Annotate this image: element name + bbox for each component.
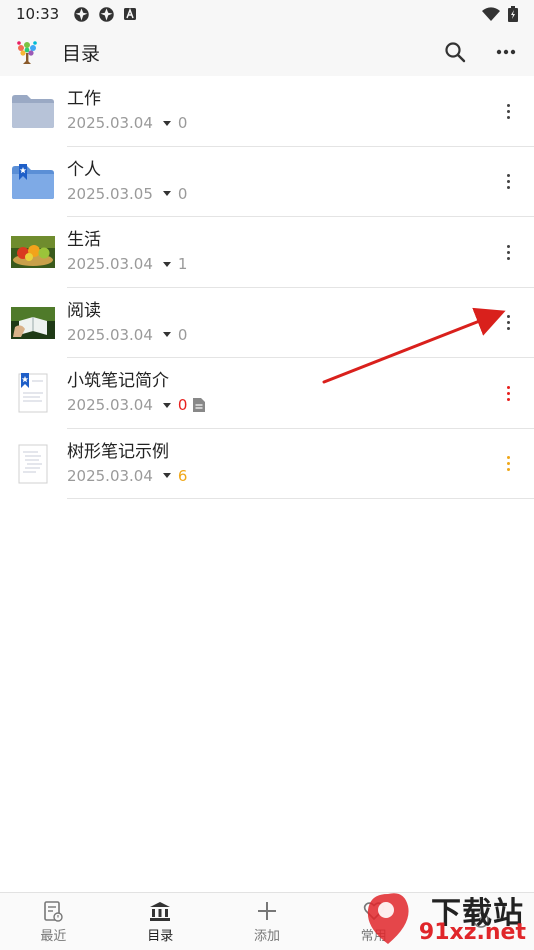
reading-photo-icon xyxy=(11,306,55,339)
app-notification-icon xyxy=(124,7,137,20)
caret-down-icon[interactable] xyxy=(162,120,171,126)
item-count: 0 xyxy=(177,184,188,203)
nav-label: 最近 xyxy=(40,928,67,944)
item-count: 0 xyxy=(177,114,188,133)
folder-bookmark-icon xyxy=(12,163,54,199)
item-title: 小筑笔记简介 xyxy=(67,371,169,392)
nav-label: 常用 xyxy=(360,928,387,944)
caret-down-icon[interactable] xyxy=(162,332,171,338)
nav-settings[interactable] xyxy=(427,893,534,950)
list-item[interactable]: 工作 2025.03.04 0 xyxy=(0,76,534,147)
list-item[interactable]: 生活 2025.03.04 1 xyxy=(0,217,534,288)
nav-recent[interactable]: 最近 xyxy=(0,893,107,950)
caret-down-icon[interactable] xyxy=(162,191,171,197)
nav-label: 添加 xyxy=(253,928,280,944)
item-more-button[interactable] xyxy=(500,452,516,476)
caret-down-icon[interactable] xyxy=(162,402,171,408)
list-item[interactable]: 树形笔记示例 2025.03.04 6 xyxy=(0,429,534,499)
item-date: 2025.03.04 xyxy=(67,466,153,485)
nav-add[interactable]: 添加 xyxy=(214,893,321,950)
item-date: 2025.03.05 xyxy=(67,184,153,203)
item-title: 工作 xyxy=(67,89,101,110)
recent-note-icon xyxy=(44,900,64,922)
nav-favorites[interactable]: 常用 xyxy=(320,893,427,950)
item-count: 0 xyxy=(177,396,188,415)
app-bar: 目录 xyxy=(0,28,534,76)
wifi-icon xyxy=(482,7,500,21)
document-icon xyxy=(193,398,206,413)
note-page-icon xyxy=(18,444,48,484)
search-icon[interactable] xyxy=(444,41,466,63)
item-title: 阅读 xyxy=(67,300,101,321)
list-item[interactable]: 小筑笔记简介 2025.03.04 0 xyxy=(0,358,534,429)
item-date: 2025.03.04 xyxy=(67,325,153,344)
bottom-navigation: 最近 目录 添加 常用 xyxy=(0,892,534,950)
directory-list: 工作 2025.03.04 0 个人 2025.03.05 0 生活 2025.… xyxy=(0,76,534,499)
item-more-button[interactable] xyxy=(500,381,516,405)
item-title: 树形笔记示例 xyxy=(67,441,169,462)
list-item[interactable]: 阅读 2025.03.04 0 xyxy=(0,288,534,358)
heart-icon xyxy=(363,901,384,920)
status-time: 10:33 xyxy=(16,5,60,23)
item-more-button[interactable] xyxy=(500,170,516,194)
nav-directory[interactable]: 目录 xyxy=(107,893,214,950)
caret-down-icon[interactable] xyxy=(162,473,171,479)
item-date: 2025.03.04 xyxy=(67,255,153,274)
battery-icon xyxy=(508,6,518,22)
nav-label: 目录 xyxy=(147,928,174,944)
plus-icon xyxy=(257,901,276,920)
status-bar: 10:33 xyxy=(0,0,534,28)
item-count: 6 xyxy=(177,466,188,485)
sync-icon xyxy=(74,6,89,22)
list-item[interactable]: 个人 2025.03.05 0 xyxy=(0,147,534,217)
item-more-button[interactable] xyxy=(500,311,516,335)
item-more-button[interactable] xyxy=(500,99,516,123)
note-bookmark-icon xyxy=(18,373,48,413)
folder-icon xyxy=(12,95,54,129)
item-count: 0 xyxy=(177,325,188,344)
item-title: 个人 xyxy=(67,159,101,180)
overflow-menu-icon[interactable] xyxy=(496,49,516,55)
item-more-button[interactable] xyxy=(500,240,516,264)
library-icon xyxy=(150,901,171,921)
item-title: 生活 xyxy=(67,230,101,251)
settings-icon xyxy=(472,912,489,928)
item-date: 2025.03.04 xyxy=(67,396,153,415)
tree-logo-icon xyxy=(17,41,37,64)
sync-icon xyxy=(99,6,114,22)
caret-down-icon[interactable] xyxy=(162,261,171,267)
item-count: 1 xyxy=(177,255,188,274)
fruit-photo-icon xyxy=(11,236,55,269)
item-date: 2025.03.04 xyxy=(67,114,153,133)
page-title: 目录 xyxy=(62,42,101,65)
